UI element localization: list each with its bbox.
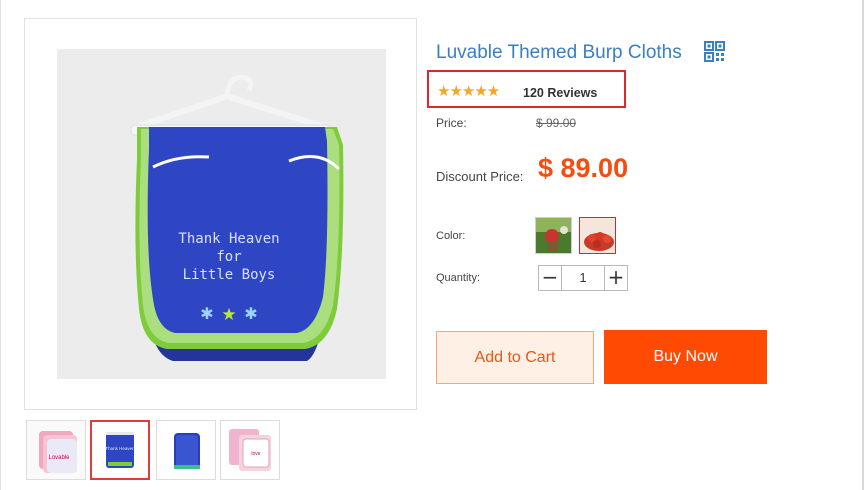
svg-text:Thank Heaven: Thank Heaven — [105, 446, 135, 451]
svg-text:✱: ✱ — [200, 306, 213, 323]
color-swatch-1[interactable] — [535, 217, 572, 254]
rating-stars: ★★★★★ — [437, 83, 500, 100]
thumbnail-4[interactable]: love — [220, 420, 280, 480]
discount-price: $ 89.00 — [538, 153, 629, 183]
embroidery-line-3: Little Boys — [183, 267, 276, 283]
color-swatch-2-selected[interactable] — [579, 217, 616, 254]
burp-cloth-image: Thank Heaven for Little Boys ✱ ★ ✱ — [130, 74, 344, 361]
thumbnail-1[interactable]: Lovable — [26, 420, 86, 480]
svg-text:★: ★ — [221, 305, 236, 324]
qr-code-icon[interactable] — [704, 41, 725, 62]
color-label: Color: — [436, 230, 466, 242]
main-product-image[interactable]: Thank Heaven for Little Boys ✱ ★ ✱ — [24, 18, 417, 410]
original-price: $ 99.00 — [536, 116, 577, 130]
discount-price-label: Discount Price: — [436, 169, 524, 184]
embroidery-line-1: Thank Heaven — [178, 231, 279, 247]
quantity-increase-button[interactable]: + — [604, 265, 628, 291]
embroidery-line-2: for — [216, 249, 241, 265]
svg-text:love: love — [251, 451, 260, 457]
page-left-border — [0, 0, 1, 490]
quantity-decrease-button[interactable]: − — [538, 265, 562, 291]
add-to-cart-button[interactable]: Add to Cart — [436, 331, 594, 384]
quantity-label: Quantity: — [436, 272, 481, 284]
quantity-input[interactable]: 1 — [562, 265, 604, 291]
reviews-link[interactable]: 120 Reviews — [523, 86, 597, 100]
product-title: Luvable Themed Burp Cloths — [436, 42, 682, 63]
price-label: Price: — [436, 116, 467, 130]
svg-text:Lovable: Lovable — [48, 455, 70, 461]
svg-text:✱: ✱ — [244, 306, 257, 323]
thumbnail-2-selected[interactable]: Thank Heaven — [90, 420, 150, 480]
thumbnail-3[interactable] — [156, 420, 216, 480]
buy-now-button[interactable]: Buy Now — [604, 330, 767, 384]
